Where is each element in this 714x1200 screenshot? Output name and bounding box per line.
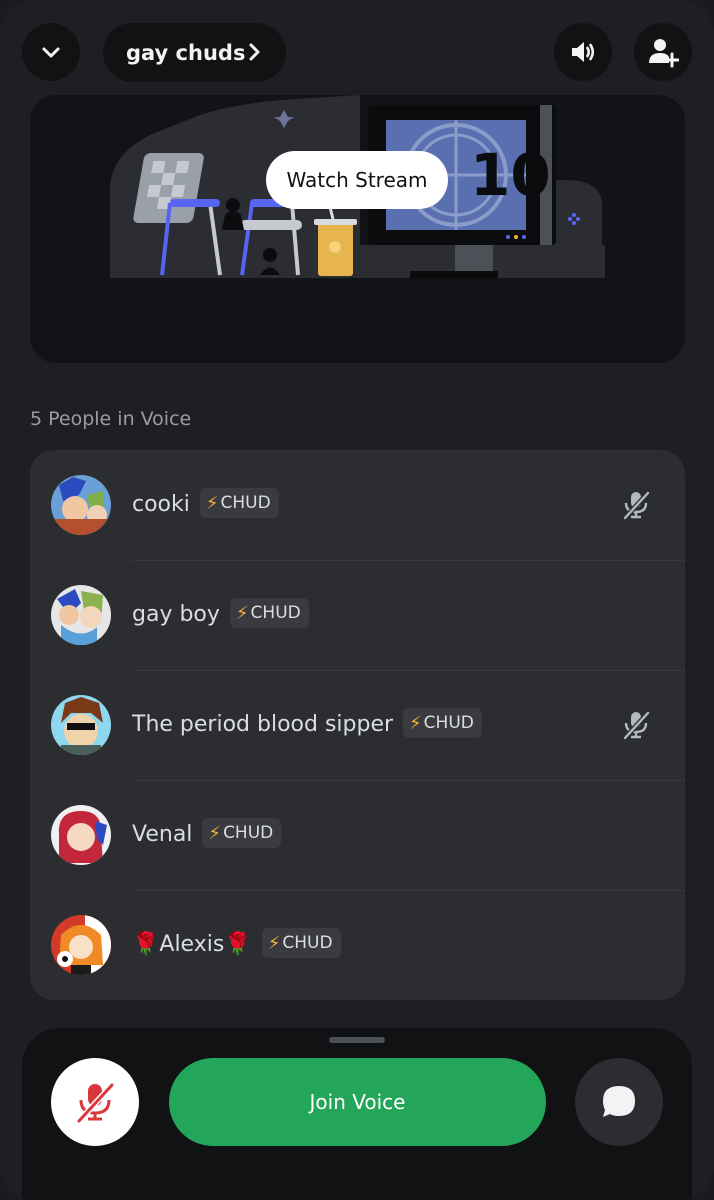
chud-badge: ⚡ CHUD	[261, 928, 341, 958]
voice-member-row[interactable]: Venal ⚡ CHUD	[30, 780, 685, 890]
mute-toggle-button[interactable]	[51, 1058, 139, 1146]
voice-member-row[interactable]: The period blood sipper ⚡ CHUD	[30, 670, 685, 780]
voice-channel-screen: gay chuds 10 Watch Stream 5 People in Vo…	[0, 0, 714, 1200]
avatar[interactable]	[51, 695, 111, 755]
add-member-button[interactable]	[634, 23, 692, 81]
mic-off-icon	[76, 1082, 115, 1123]
chud-badge: ⚡ CHUD	[202, 818, 282, 848]
countdown-number: 10	[470, 141, 551, 209]
add-member-icon	[649, 39, 679, 68]
collapse-button[interactable]	[22, 23, 80, 81]
voice-member-row[interactable]: gay boy ⚡ CHUD	[30, 560, 685, 670]
lightning-icon: ⚡	[205, 492, 219, 514]
mic-muted-icon	[623, 491, 650, 520]
voice-member-list: cooki ⚡ CHUD gay boy ⚡ CHUD The period b…	[30, 450, 685, 1000]
voice-member-row[interactable]: 🌹Alexis🌹 ⚡ CHUD	[30, 890, 685, 1000]
lightning-icon: ⚡	[235, 602, 249, 624]
lightning-icon: ⚡	[208, 822, 222, 844]
chevron-down-icon	[42, 47, 60, 58]
avatar[interactable]	[51, 805, 111, 865]
channel-title-button[interactable]: gay chuds	[103, 23, 286, 82]
chat-bubble-icon	[603, 1086, 635, 1117]
drag-handle[interactable]	[329, 1037, 385, 1043]
chud-badge: ⚡ CHUD	[403, 708, 482, 738]
lightning-icon: ⚡	[267, 932, 281, 954]
voice-count-label: 5 People in Voice	[30, 408, 192, 430]
member-name: The period blood sipper ⚡ CHUD	[132, 708, 482, 740]
stream-illustration: 10	[110, 95, 605, 279]
chud-badge: ⚡ CHUD	[229, 598, 309, 628]
channel-name: gay chuds	[126, 40, 246, 65]
avatar[interactable]	[51, 585, 111, 645]
voice-member-row[interactable]: cooki ⚡ CHUD	[30, 450, 685, 560]
member-name: cooki ⚡ CHUD	[132, 488, 279, 520]
chevron-right-icon	[249, 43, 260, 61]
member-name: gay boy ⚡ CHUD	[132, 598, 309, 630]
avatar[interactable]	[51, 915, 111, 975]
open-chat-button[interactable]	[575, 1058, 663, 1146]
join-voice-button[interactable]: Join Voice	[169, 1058, 546, 1146]
member-name: Venal ⚡ CHUD	[132, 818, 282, 850]
speaker-button[interactable]	[554, 23, 612, 81]
stream-preview-card[interactable]: 10	[30, 95, 685, 363]
header-bar: gay chuds	[0, 0, 714, 104]
avatar[interactable]	[51, 475, 111, 535]
speaker-icon	[572, 42, 595, 62]
lightning-icon: ⚡	[409, 712, 422, 734]
chud-badge: ⚡ CHUD	[199, 488, 279, 518]
member-name: 🌹Alexis🌹 ⚡ CHUD	[132, 928, 341, 960]
mic-muted-icon	[623, 711, 650, 740]
watch-stream-button[interactable]: Watch Stream	[266, 151, 448, 209]
